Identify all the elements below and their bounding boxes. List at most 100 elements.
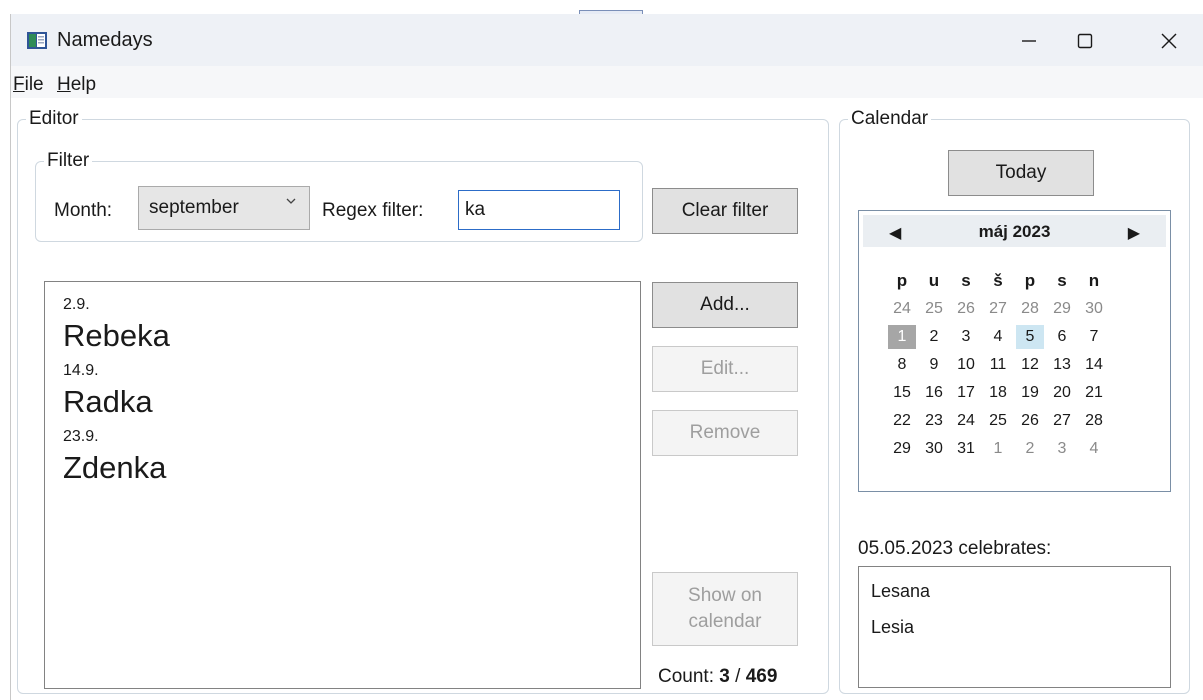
calendar-day[interactable]: 13 [1048,353,1076,377]
list-item[interactable]: 23.9. Zdenka [45,428,640,486]
celebrants-list[interactable]: Lesana Lesia [858,566,1171,688]
calendar-day[interactable]: 21 [1080,381,1108,405]
regex-filter-label: Regex filter: [322,200,424,221]
calendar-day[interactable]: 16 [920,381,948,405]
regex-filter-input[interactable]: ka [458,190,620,230]
calendar-day[interactable]: 28 [1080,409,1108,433]
count-separator: / [735,666,741,687]
calendar-day[interactable]: 8 [888,353,916,377]
add-label: Add... [700,294,750,315]
calendar-day[interactable]: 4 [984,325,1012,349]
calendar-day[interactable]: 30 [920,437,948,461]
calendar-day[interactable]: 1 [888,325,916,349]
today-button[interactable]: Today [948,150,1094,196]
menu-bar: File Help [11,66,1203,98]
calendar-day[interactable]: 30 [1080,297,1108,321]
next-month-icon[interactable]: ▶ [1128,223,1140,243]
remove-button[interactable]: Remove [652,410,798,456]
calendar-day[interactable]: 31 [952,437,980,461]
calendar-day[interactable]: 2 [920,325,948,349]
regex-filter-value: ka [465,199,486,220]
menu-file-access-key: F [13,74,25,95]
calendar-day[interactable]: 28 [1016,297,1044,321]
calendar-day[interactable]: 26 [1016,409,1044,433]
list-item[interactable]: 2.9. Rebeka [45,296,640,354]
close-button[interactable] [1147,24,1191,58]
calendar-day[interactable]: 26 [952,297,980,321]
calendar-day[interactable]: 7 [1080,325,1108,349]
weekday-header: s [961,271,971,290]
calendar-day[interactable]: 2 [1016,437,1044,461]
calendar-day-grid: p u s š p s n 24 25 26 27 28 29 30 1 2 3 4 5 6 7 8 9 10 11 12 13 14… [886,267,1110,463]
calendar-day[interactable]: 18 [984,381,1012,405]
calendar-day[interactable]: 1 [984,437,1012,461]
count-label: Count: [658,666,714,687]
calendar-day[interactable]: 29 [1048,297,1076,321]
weekday-header: u [928,271,940,290]
calendar-day[interactable]: 5 [1016,325,1044,349]
window-title: Namedays [57,29,153,51]
calendar-day[interactable]: 3 [1048,437,1076,461]
calendar-day[interactable]: 27 [984,297,1012,321]
weekday-header: š [993,271,1003,290]
calendar-day[interactable]: 22 [888,409,916,433]
calendar-day[interactable]: 14 [1080,353,1108,377]
count-total: 469 [745,666,778,687]
entry-name: Radka [63,384,153,419]
month-select-value: september [149,197,239,218]
calendar-header: ◀ máj 2023 ▶ [863,215,1166,247]
calendar-day[interactable]: 27 [1048,409,1076,433]
weekday-header: n [1088,271,1100,290]
weekday-header: p [896,271,908,290]
weekday-header: p [1024,271,1036,290]
filter-legend: Filter [47,150,90,171]
edit-button[interactable]: Edit... [652,346,798,392]
calendar-day[interactable]: 29 [888,437,916,461]
app-icon [27,32,47,49]
calendar-day[interactable]: 9 [920,353,948,377]
entry-date: 2.9. [63,296,90,313]
calendar-day[interactable]: 11 [984,353,1012,377]
list-item[interactable]: 14.9. Radka [45,362,640,420]
menu-file[interactable]: File [13,74,44,96]
calendar-legend: Calendar [851,108,929,129]
app-window: Namedays File Help Editor Filter Month: … [10,10,1203,700]
menu-help-access-key: H [57,74,71,95]
clear-filter-button[interactable]: Clear filter [652,188,798,234]
menu-file-label: ile [24,74,44,95]
calendar-day[interactable]: 3 [952,325,980,349]
nameday-list[interactable]: 2.9. Rebeka 14.9. Radka 23.9. Zdenka [44,281,641,689]
calendar-day[interactable]: 12 [1016,353,1044,377]
weekday-header: s [1057,271,1067,290]
calendar-day[interactable]: 4 [1080,437,1108,461]
show-on-calendar-label-line1: Show on [688,585,762,606]
celebrates-label: 05.05.2023 celebrates: [858,538,1052,559]
list-item[interactable]: Lesana [871,573,1170,609]
maximize-button[interactable] [1063,24,1107,58]
add-button[interactable]: Add... [652,282,798,328]
calendar-day[interactable]: 15 [888,381,916,405]
calendar-day[interactable]: 6 [1048,325,1076,349]
calendar-day[interactable]: 19 [1016,381,1044,405]
calendar-day[interactable]: 24 [888,297,916,321]
entry-date: 23.9. [63,428,99,445]
minimize-button[interactable] [1007,24,1051,58]
calendar-day[interactable]: 25 [920,297,948,321]
calendar-day[interactable]: 10 [952,353,980,377]
clear-filter-label: Clear filter [681,200,769,221]
calendar-day[interactable]: 24 [952,409,980,433]
editor-legend: Editor [29,108,79,129]
list-item[interactable]: Lesia [871,609,1170,645]
show-on-calendar-button[interactable]: Show on calendar [652,572,798,646]
main-content: Editor Filter Month: september Regex fil… [11,98,1203,700]
calendar-day[interactable]: 23 [920,409,948,433]
menu-help[interactable]: Help [57,74,96,96]
calendar-month-title[interactable]: máj 2023 [863,222,1166,242]
month-select[interactable]: september [138,186,310,230]
month-calendar[interactable]: ◀ máj 2023 ▶ p u s š p s n 24 25 26 27 28 29 30 1 2 3 4 5 6… [858,210,1171,492]
calendar-day[interactable]: 20 [1048,381,1076,405]
maximize-icon [1077,33,1093,49]
calendar-day[interactable]: 17 [952,381,980,405]
calendar-day[interactable]: 25 [984,409,1012,433]
entry-date: 14.9. [63,362,99,379]
